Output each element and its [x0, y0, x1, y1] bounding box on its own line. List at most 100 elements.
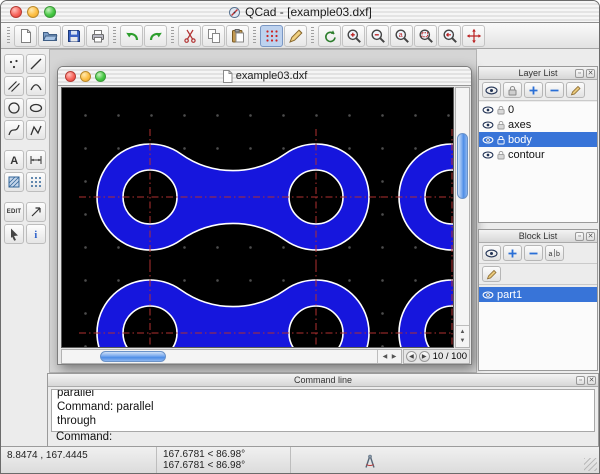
copy-button[interactable] [202, 25, 225, 47]
zoom-in-button[interactable] [342, 25, 365, 47]
edit-tool-button[interactable]: EDIT [4, 202, 24, 222]
float-panel-button[interactable]: ▫ [575, 69, 584, 78]
toolbar-grip[interactable] [7, 27, 10, 44]
palette-group-gap [4, 194, 48, 200]
save-button[interactable] [62, 25, 85, 47]
close-panel-button[interactable]: ✕ [586, 232, 595, 241]
new-button[interactable] [14, 25, 37, 47]
command-line-caption[interactable]: Command line ▫ ✕ [48, 374, 598, 387]
points-tool-button[interactable] [4, 54, 24, 74]
edit-block-button[interactable] [482, 266, 501, 282]
layer-row[interactable]: 0 [479, 102, 597, 117]
eye-icon[interactable] [482, 291, 494, 299]
zoom-out-button[interactable] [366, 25, 389, 47]
arcs-tool-button[interactable] [26, 76, 46, 96]
zoom-previous-button[interactable] [438, 25, 461, 47]
drawing-svg[interactable] [62, 88, 453, 347]
next-page-button[interactable]: ▶ [419, 351, 430, 362]
eye-icon[interactable] [482, 151, 494, 159]
vertical-scrollbar-thumb[interactable] [457, 133, 468, 199]
modify-tool-button[interactable] [26, 202, 46, 222]
eye-icon[interactable] [482, 136, 494, 144]
toolbar-grip[interactable] [171, 27, 174, 44]
layer-list-caption[interactable]: Layer List ▫ ✕ [479, 67, 597, 80]
float-panel-button[interactable]: ▫ [575, 232, 584, 241]
eye-icon [485, 86, 498, 95]
hatch-tool-button[interactable] [4, 172, 24, 192]
block-row[interactable]: part1 [479, 287, 597, 302]
eye-icon[interactable] [482, 106, 494, 114]
scroll-up-arrow[interactable]: ▲ [460, 329, 466, 335]
toolbar-grip[interactable] [253, 27, 256, 44]
pan-button[interactable] [462, 25, 485, 47]
lock-icon[interactable] [497, 135, 505, 145]
command-input[interactable]: Command: [51, 431, 595, 446]
polylines-tool-button[interactable] [26, 120, 46, 140]
select-tool-button[interactable] [4, 224, 24, 244]
drawing-canvas[interactable] [61, 87, 454, 348]
child-title-area: example03.dxf [58, 70, 471, 83]
printer-icon [90, 28, 106, 44]
rename-block-button[interactable]: a b [545, 245, 564, 261]
zoom-window-button[interactable] [414, 25, 437, 47]
redraw-button[interactable] [318, 25, 341, 47]
close-panel-button[interactable]: ✕ [587, 376, 596, 385]
scroll-right-arrow[interactable]: ▶ [392, 353, 397, 360]
vertical-scrollbar[interactable]: ▲ ▼ [455, 87, 470, 348]
toggle-block-visibility-button[interactable] [482, 245, 501, 261]
lines-tool-button[interactable] [26, 54, 46, 74]
add-block-button[interactable] [503, 245, 522, 261]
cut-button[interactable] [178, 25, 201, 47]
print-button[interactable] [86, 25, 109, 47]
drawing-window[interactable]: example03.dxf ▲ ▼ ◀ ▶ [57, 66, 472, 365]
window-titlebar[interactable]: QCad - [example03.dxf] [1, 1, 599, 23]
lock-layer-button[interactable] [503, 82, 522, 98]
close-panel-button[interactable]: ✕ [586, 69, 595, 78]
layer-list-toolbar [479, 80, 597, 101]
remove-layer-button[interactable] [545, 82, 564, 98]
parallels-tool-button[interactable] [4, 76, 24, 96]
scroll-down-arrow[interactable]: ▼ [460, 338, 466, 344]
prev-page-button[interactable]: ◀ [406, 351, 417, 362]
dimensions-tool-button[interactable] [26, 150, 46, 170]
draft-mode-button[interactable] [284, 25, 307, 47]
layer-row[interactable]: contour [479, 147, 597, 162]
add-layer-button[interactable] [524, 82, 543, 98]
scroll-left-arrow[interactable]: ◀ [383, 353, 388, 360]
horizontal-scrollbar-thumb[interactable] [100, 351, 166, 362]
edit-layer-button[interactable] [566, 82, 585, 98]
layer-row[interactable]: axes [479, 117, 597, 132]
command-history[interactable]: parallel Command: parallel through [51, 389, 595, 432]
lock-icon[interactable] [497, 150, 505, 160]
snap-grid-tool-button[interactable] [26, 172, 46, 192]
lock-icon[interactable] [497, 120, 505, 130]
circles-tool-button[interactable] [4, 98, 24, 118]
caption-buttons: ▫ ✕ [575, 69, 595, 78]
remove-block-button[interactable] [524, 245, 543, 261]
polar-coordinates: 167.6781 < 86.98° 167.6781 < 86.98° [156, 447, 291, 473]
splines-tool-button[interactable] [4, 120, 24, 140]
text-tool-button[interactable]: A [4, 150, 24, 170]
block-list-caption[interactable]: Block List ▫ ✕ [479, 230, 597, 243]
eye-icon[interactable] [482, 121, 494, 129]
ellipses-tool-button[interactable] [26, 98, 46, 118]
undo-button[interactable] [120, 25, 143, 47]
paste-button[interactable] [226, 25, 249, 47]
horizontal-scrollbar[interactable]: ◀ ▶ [61, 349, 402, 364]
layer-row[interactable]: body [479, 132, 597, 147]
toolbar-grip[interactable] [113, 27, 116, 44]
child-close-button[interactable] [65, 71, 76, 82]
lock-icon[interactable] [497, 105, 505, 115]
redo-button[interactable] [144, 25, 167, 47]
info-tool-button[interactable]: i [26, 224, 46, 244]
toolbar-grip[interactable] [311, 27, 314, 44]
child-zoom-button[interactable] [95, 71, 106, 82]
zoom-auto-button[interactable]: a [390, 25, 413, 47]
drawing-window-titlebar[interactable]: example03.dxf [58, 67, 471, 86]
child-minimize-button[interactable] [80, 71, 91, 82]
toggle-layer-visibility-button[interactable] [482, 82, 501, 98]
window-resize-grip[interactable] [584, 458, 597, 471]
grid-toggle-button[interactable] [260, 25, 283, 47]
float-panel-button[interactable]: ▫ [576, 376, 585, 385]
open-button[interactable] [38, 25, 61, 47]
